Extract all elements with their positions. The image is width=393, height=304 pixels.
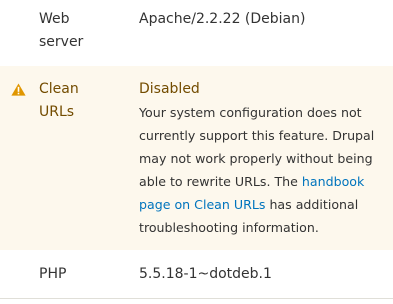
status-row-web-server: Web server Apache/2.2.22 (Debian) [0,0,393,66]
warning-icon [11,83,26,96]
row-title: PHP [39,266,67,282]
row-title: Web server [39,8,83,54]
row-value: Apache/2.2.22 (Debian) [139,11,306,27]
status-description: Your system configuration does not curre… [139,102,384,239]
row-value: 5.5.18-1~dotdeb.1 [139,266,272,282]
status-row-php: PHP 5.5.18-1~dotdeb.1 [0,250,393,298]
status-row-clean-urls: Clean URLs Disabled Your system configur… [0,66,393,250]
row-title-line: URLs [39,104,75,120]
row-title: Clean URLs [39,78,79,124]
status-value: Disabled [139,81,200,97]
row-title-line: Clean [39,81,79,97]
row-title-line: Web [39,11,70,27]
row-title-line: server [39,34,84,50]
row-divider [0,298,393,299]
